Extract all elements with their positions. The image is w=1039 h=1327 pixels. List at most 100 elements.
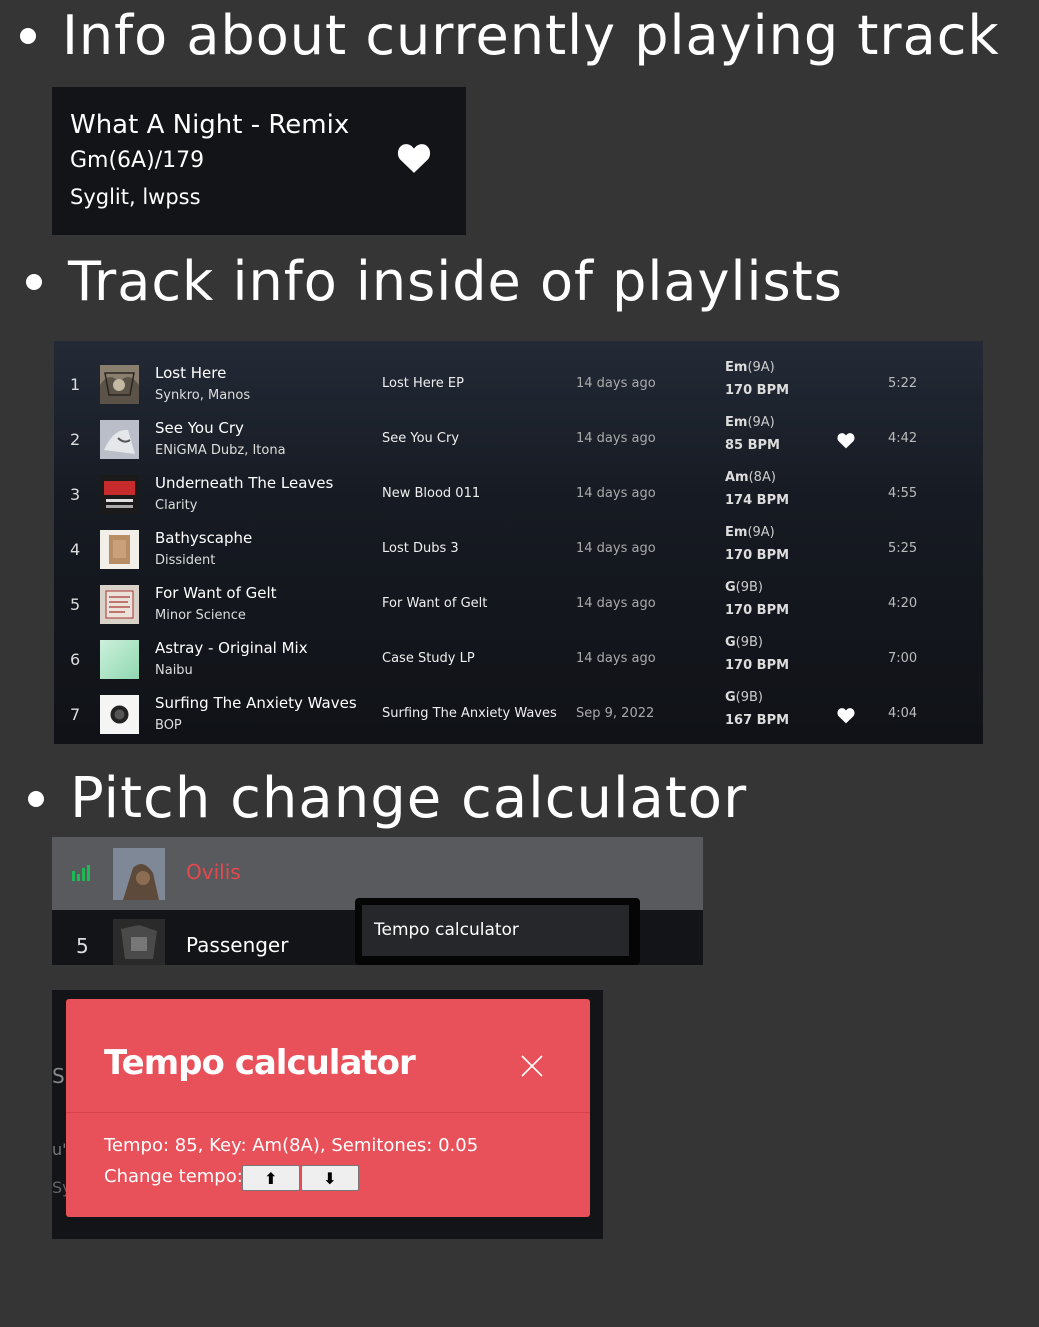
- tempo-up-button[interactable]: ⬆: [242, 1165, 300, 1191]
- album-art: [100, 640, 139, 679]
- track-number: 5: [76, 934, 89, 958]
- tempo-down-button[interactable]: ⬇: [301, 1165, 359, 1191]
- bullet-icon: [20, 27, 36, 44]
- date-added: 14 days ago: [576, 596, 656, 611]
- track-duration: 4:20: [888, 596, 918, 611]
- track-duration: 4:42: [888, 431, 918, 446]
- track-title[interactable]: Bathyscaphe: [155, 529, 252, 547]
- background-text: S: [52, 1064, 65, 1088]
- track-number: 1: [70, 375, 81, 394]
- track-title[interactable]: Surfing The Anxiety Waves: [155, 694, 357, 712]
- track-bpm: 170 BPM: [725, 603, 790, 618]
- heart-icon[interactable]: [397, 142, 431, 174]
- track-number: 7: [70, 705, 81, 724]
- track-title[interactable]: Astray - Original Mix: [155, 639, 308, 657]
- track-album[interactable]: Surfing The Anxiety Waves: [382, 706, 557, 721]
- track-duration: 7:00: [888, 651, 918, 666]
- now-playing-key-bpm: Gm(6A)/179: [70, 148, 205, 173]
- tempo-calculator-dialog: Tempo calculator Tempo: 85, Key: Am(8A),…: [66, 999, 590, 1217]
- track-title[interactable]: Lost Here: [155, 364, 226, 382]
- date-added: Sep 9, 2022: [576, 706, 655, 721]
- track-artist[interactable]: Synkro, Manos: [155, 388, 250, 403]
- background-text: u': [52, 1140, 67, 1159]
- equalizer-icon: [72, 865, 90, 881]
- track-row[interactable]: 6 Astray - Original Mix Naibu Case Study…: [54, 633, 983, 688]
- track-number: 5: [70, 595, 81, 614]
- heading-text: Pitch change calculator: [70, 766, 748, 831]
- track-bpm: 167 BPM: [725, 713, 790, 728]
- track-row[interactable]: 5 For Want of Gelt Minor Science For Wan…: [54, 578, 983, 633]
- date-added: 14 days ago: [576, 651, 656, 666]
- playlist-table: 1 Lost Here Synkro, Manos Lost Here EP 1…: [54, 341, 983, 744]
- album-art: [100, 585, 139, 624]
- album-art: [100, 475, 139, 514]
- track-number: 3: [70, 485, 81, 504]
- track-album[interactable]: Lost Dubs 3: [382, 541, 459, 556]
- menu-item-tempo-calculator[interactable]: Tempo calculator: [362, 905, 629, 956]
- track-row[interactable]: 4 Bathyscaphe Dissident Lost Dubs 3 14 d…: [54, 523, 983, 578]
- track-artist[interactable]: Minor Science: [155, 608, 246, 623]
- track-row[interactable]: 2 See You Cry ENiGMA Dubz, Itona See You…: [54, 413, 983, 468]
- tempo-info: Tempo: 85, Key: Am(8A), Semitones: 0.05: [104, 1135, 479, 1156]
- track-artist[interactable]: BOP: [155, 718, 182, 733]
- date-added: 14 days ago: [576, 376, 656, 391]
- album-art: [100, 695, 139, 734]
- track-row[interactable]: 3 Underneath The Leaves Clarity New Bloo…: [54, 468, 983, 523]
- track-key: Em(9A): [725, 415, 775, 430]
- dialog-title: Tempo calculator: [104, 1043, 416, 1083]
- track-key: Em(9A): [725, 360, 775, 375]
- heart-icon[interactable]: [837, 432, 855, 449]
- track-title[interactable]: For Want of Gelt: [155, 584, 277, 602]
- now-playing-widget: What A Night - Remix Gm(6A)/179 Syglit, …: [52, 87, 466, 235]
- heading-playlist: Track info inside of playlists: [26, 250, 843, 313]
- close-icon[interactable]: [520, 1054, 544, 1078]
- bullet-icon: [26, 273, 42, 290]
- now-playing-artists[interactable]: Syglit, lwpss: [70, 179, 448, 215]
- track-key: G(9B): [725, 580, 764, 595]
- track-number: 2: [70, 430, 81, 449]
- album-art: [113, 848, 165, 900]
- heading-pitch: Pitch change calculator: [28, 766, 747, 831]
- track-artist[interactable]: Dissident: [155, 553, 215, 568]
- track-key: G(9B): [725, 690, 764, 705]
- track-bpm: 174 BPM: [725, 493, 790, 508]
- track-key: G(9B): [725, 635, 764, 650]
- track-bpm: 85 BPM: [725, 438, 780, 453]
- date-added: 14 days ago: [576, 541, 656, 556]
- track-duration: 4:55: [888, 486, 918, 501]
- track-album[interactable]: Case Study LP: [382, 651, 475, 666]
- track-row[interactable]: 1 Lost Here Synkro, Manos Lost Here EP 1…: [54, 358, 983, 413]
- track-number: 6: [70, 650, 81, 669]
- track-duration: 5:22: [888, 376, 918, 391]
- track-album[interactable]: See You Cry: [382, 431, 459, 446]
- album-art: [100, 420, 139, 459]
- track-title[interactable]: Underneath The Leaves: [155, 474, 333, 492]
- track-bpm: 170 BPM: [725, 383, 790, 398]
- track-artist[interactable]: Clarity: [155, 498, 197, 513]
- heading-text: Info about currently playing track: [62, 4, 1000, 67]
- divider: [66, 1112, 590, 1113]
- now-playing-title[interactable]: What A Night - Remix: [70, 107, 448, 143]
- track-album[interactable]: Lost Here EP: [382, 376, 464, 391]
- track-title[interactable]: Ovilis: [186, 860, 241, 884]
- album-art: [113, 919, 165, 965]
- track-album[interactable]: For Want of Gelt: [382, 596, 487, 611]
- heart-icon[interactable]: [837, 707, 855, 724]
- date-added: 14 days ago: [576, 431, 656, 446]
- track-duration: 4:04: [888, 706, 918, 721]
- track-album[interactable]: New Blood 011: [382, 486, 480, 501]
- track-bpm: 170 BPM: [725, 658, 790, 673]
- track-artist[interactable]: ENiGMA Dubz, Itona: [155, 443, 286, 458]
- track-title[interactable]: See You Cry: [155, 419, 244, 437]
- change-tempo-label: Change tempo:: [104, 1166, 243, 1187]
- context-menu-panel: Ovilis 5 Passenger Tempo calculator: [52, 837, 703, 965]
- bullet-icon: [28, 790, 44, 807]
- date-added: 14 days ago: [576, 486, 656, 501]
- track-title[interactable]: Passenger: [186, 933, 288, 957]
- track-row[interactable]: 7 Surfing The Anxiety Waves BOP Surfing …: [54, 688, 983, 743]
- track-number: 4: [70, 540, 81, 559]
- track-bpm: 170 BPM: [725, 548, 790, 563]
- track-key: Am(8A): [725, 470, 776, 485]
- track-artist[interactable]: Naibu: [155, 663, 193, 678]
- album-art: [100, 365, 139, 404]
